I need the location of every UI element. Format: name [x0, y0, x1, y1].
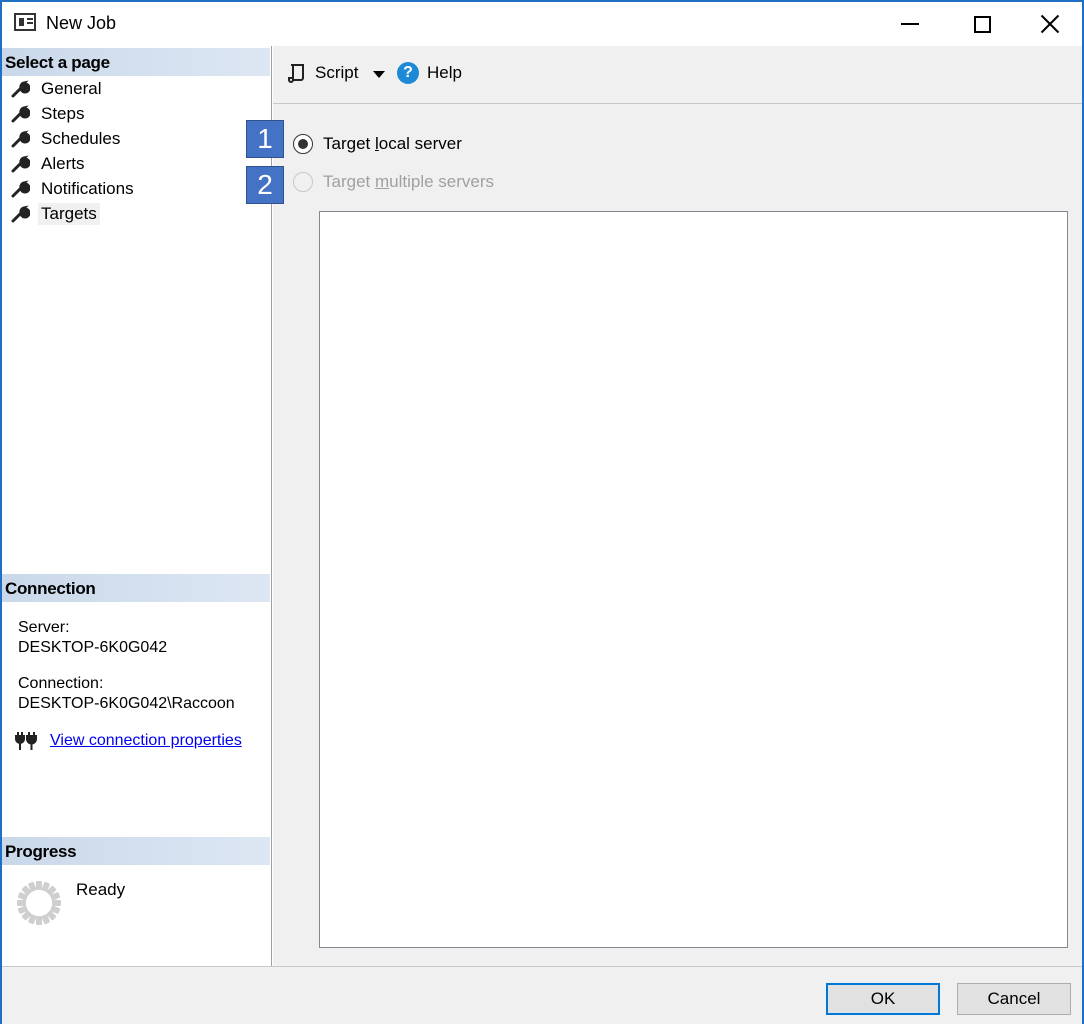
target-servers-list: [319, 211, 1068, 948]
page-label: Notifications: [41, 178, 134, 198]
maximize-button[interactable]: [946, 2, 1018, 46]
connection-header: Connection: [2, 574, 270, 602]
wrench-icon: [10, 204, 31, 224]
dialog-button-bar: OK Cancel: [2, 966, 1082, 1024]
page-label: Steps: [41, 103, 85, 123]
connection-value: DESKTOP-6K0G042\Raccoon: [18, 695, 235, 712]
callout-badge-1: 1: [246, 120, 284, 158]
window-app-icon: [14, 13, 36, 31]
target-multiple-servers-label: Target multiple servers: [323, 172, 495, 191]
maximize-icon: [973, 15, 991, 33]
right-pane: Script ? Help 1 2 Target local server Ta…: [246, 46, 1082, 966]
page-label: Schedules: [41, 128, 121, 148]
script-icon: [288, 64, 304, 83]
view-connection-row: View connection properties: [14, 730, 242, 752]
target-local-server-label: Target local server: [323, 134, 462, 153]
progress-header: Progress: [2, 837, 270, 865]
callout-badge-2: 2: [246, 166, 284, 204]
select-page-header: Select a page: [2, 48, 270, 76]
help-button[interactable]: ? Help: [397, 62, 462, 84]
page-item-general[interactable]: General: [10, 76, 270, 101]
view-connection-properties-link[interactable]: View connection properties: [50, 732, 242, 750]
wrench-icon: [10, 79, 31, 99]
title-bar: New Job: [2, 2, 1082, 46]
page-label: General: [41, 78, 102, 98]
page-item-notifications[interactable]: Notifications: [10, 176, 270, 201]
cancel-button[interactable]: Cancel: [957, 983, 1071, 1015]
script-label: Script: [315, 63, 359, 82]
help-label: Help: [427, 63, 462, 82]
target-multiple-servers-option: Target multiple servers: [293, 172, 494, 192]
close-button[interactable]: [1014, 2, 1084, 46]
page-item-steps[interactable]: Steps: [10, 101, 270, 126]
help-icon: ?: [397, 62, 419, 84]
wrench-icon: [10, 179, 31, 199]
script-dropdown-icon[interactable]: [373, 71, 385, 78]
connection-info: Connection: DESKTOP-6K0G042\Raccoon: [18, 674, 235, 714]
target-local-server-option[interactable]: Target local server: [293, 134, 462, 154]
minimize-button[interactable]: [874, 2, 946, 46]
script-button[interactable]: Script: [285, 62, 358, 84]
page-list: General Steps Schedules Alerts Notificat…: [10, 76, 270, 226]
connection-label: Connection:: [18, 675, 104, 692]
target-multiple-servers-radio: [293, 172, 313, 192]
page-item-alerts[interactable]: Alerts: [10, 151, 270, 176]
server-label: Server:: [18, 619, 70, 636]
wrench-icon: [10, 104, 31, 124]
wrench-icon: [10, 129, 31, 149]
toolbar: Script ? Help: [273, 46, 1082, 104]
window-title: New Job: [46, 13, 117, 33]
progress-status: Ready: [76, 880, 126, 899]
progress-spinner-icon: [17, 881, 61, 925]
close-icon: [1040, 14, 1060, 34]
minimize-icon: [901, 23, 919, 25]
left-pane: Select a page General Steps Schedules Al…: [2, 46, 272, 966]
target-local-server-radio[interactable]: [293, 134, 313, 154]
page-label: Alerts: [41, 153, 85, 173]
dialog-window: New Job Select a page General Steps Sche…: [0, 0, 1084, 1024]
page-item-schedules[interactable]: Schedules: [10, 126, 270, 151]
server-value: DESKTOP-6K0G042: [18, 639, 168, 656]
plug-icon: [15, 732, 37, 750]
page-item-targets[interactable]: Targets: [10, 201, 270, 226]
page-label: Targets: [38, 202, 100, 225]
ok-button[interactable]: OK: [826, 983, 940, 1015]
wrench-icon: [10, 154, 31, 174]
server-info: Server: DESKTOP-6K0G042: [18, 618, 167, 658]
